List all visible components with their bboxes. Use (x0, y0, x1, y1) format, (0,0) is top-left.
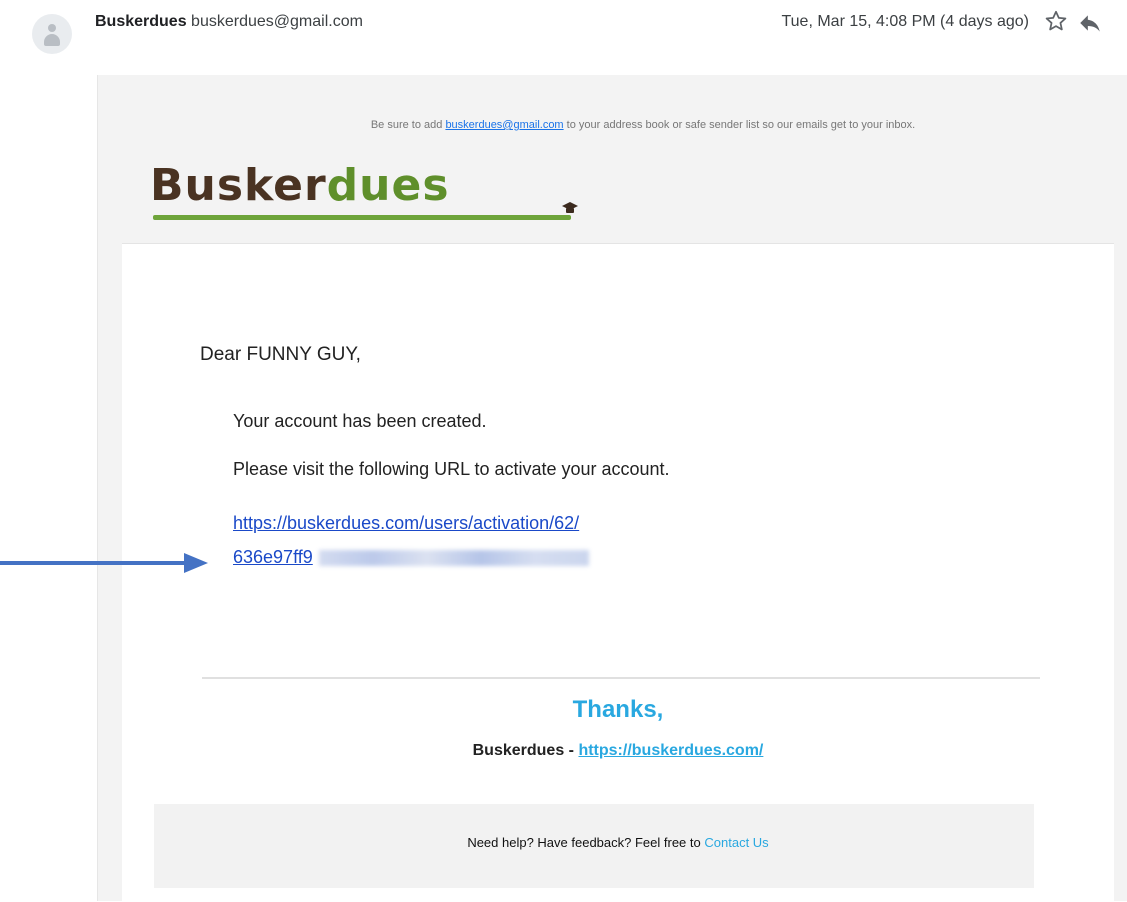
activation-link[interactable]: https://buskerdues.com/users/activation/… (233, 506, 753, 574)
logo-underline (153, 215, 571, 220)
sender-email: buskerdues@gmail.com (191, 13, 363, 30)
sender-avatar[interactable] (32, 14, 72, 54)
greeting: Dear FUNNY GUY, (200, 344, 361, 365)
star-icon[interactable] (1043, 8, 1069, 34)
signature: Buskerdues - https://buskerdues.com/ (122, 742, 1114, 760)
blurred-token (318, 550, 589, 567)
sender-info: Buskerdues buskerdues@gmail.com (95, 12, 363, 32)
activation-link-line2[interactable]: 636e97ff9 (233, 547, 313, 567)
buskerdues-logo: Buskerdues (150, 157, 450, 219)
signature-name: Buskerdues - (472, 742, 574, 759)
account-created-text: Your account has been created. (233, 411, 487, 431)
contact-us-link[interactable]: Contact Us (704, 835, 768, 850)
sender-name[interactable]: Buskerdues (95, 13, 187, 30)
email-date: Tue, Mar 15, 4:08 PM (4 days ago) (781, 13, 1029, 30)
annotation-arrow-icon (0, 553, 208, 573)
graduation-cap-icon (562, 202, 578, 213)
safe-sender-note: Be sure to add buskerdues@gmail.com to y… (98, 119, 1127, 131)
activation-instruction: Please visit the following URL to activa… (233, 459, 670, 479)
help-footer: Need help? Have feedback? Feel free to C… (122, 835, 1114, 850)
logo-text-busker: Busker (150, 160, 327, 211)
thanks-heading: Thanks, (572, 696, 664, 723)
signature-link[interactable]: https://buskerdues.com/ (578, 742, 763, 759)
logo-text-dues: dues (326, 160, 450, 211)
safe-sender-prefix: Be sure to add (370, 119, 443, 131)
avatar-head-shape (48, 24, 56, 32)
help-text: Need help? Have feedback? Feel free to (467, 835, 701, 850)
email-body-frame: Be sure to add buskerdues@gmail.com to y… (97, 75, 1127, 902)
email-content-card: Dear FUNNY GUY, Your account has been cr… (122, 243, 1114, 902)
content-divider (202, 677, 1040, 679)
reply-icon[interactable] (1077, 10, 1103, 36)
safe-sender-email-link[interactable]: buskerdues@gmail.com (445, 119, 563, 131)
safe-sender-suffix: to your address book or safe sender list… (566, 119, 916, 131)
activation-link-line1[interactable]: https://buskerdues.com/users/activation/… (233, 513, 579, 533)
avatar-body-shape (44, 34, 60, 46)
